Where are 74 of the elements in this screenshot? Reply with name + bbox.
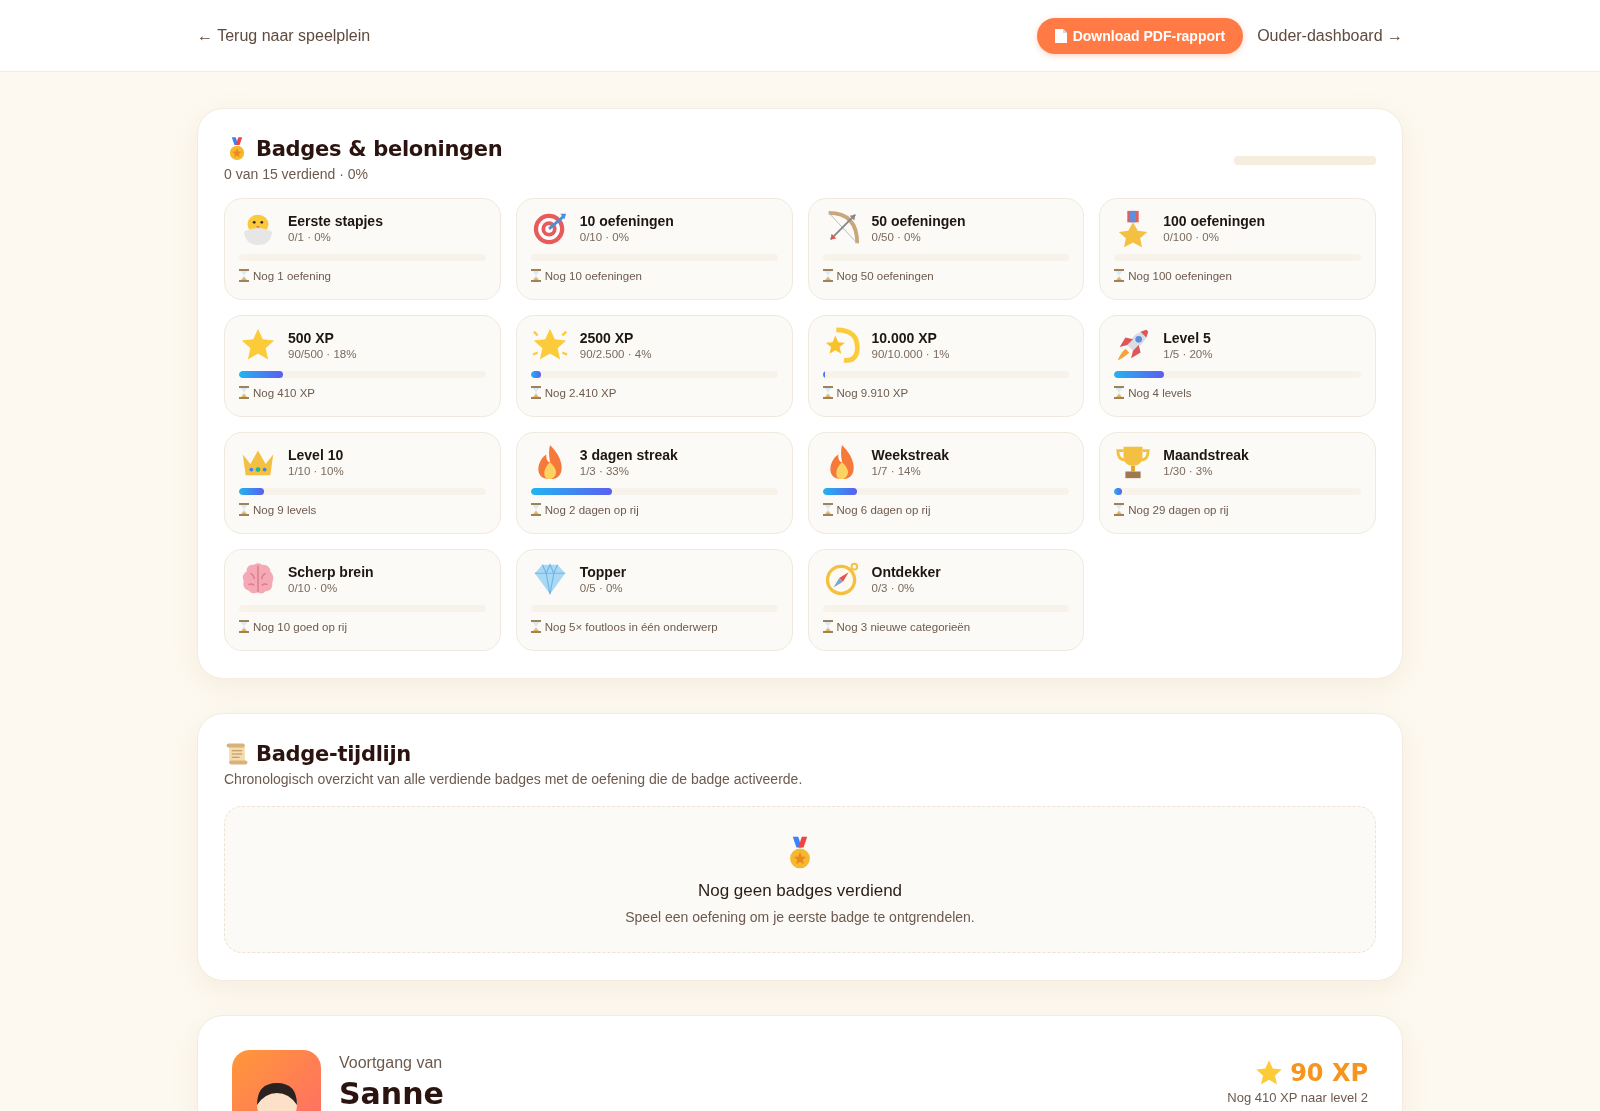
scroll-icon <box>224 741 250 767</box>
badge-name: 100 oefeningen <box>1163 213 1266 229</box>
remaining-text: Nog 9.910 XP <box>836 386 909 399</box>
badge-name: 500 XP <box>288 330 335 346</box>
badge-name: 2500 XP <box>579 330 635 346</box>
badge-progress-text: 1/30 · 3% <box>1163 465 1214 477</box>
hourglass-icon <box>239 386 249 399</box>
hourglass-icon <box>530 620 541 633</box>
remaining-text: Nog 410 XP <box>253 386 315 399</box>
remaining-text: Nog 29 dagen op rij <box>1128 503 1229 516</box>
badge-progress-text: 0/10 · 0% <box>579 231 630 243</box>
hourglass-icon <box>822 503 833 516</box>
remaining-text: Nog 1 oefening <box>253 269 331 282</box>
badge-name: Weekstreak <box>871 447 950 463</box>
badge-name: 10 oefeningen <box>579 213 674 229</box>
hourglass-icon <box>822 620 833 633</box>
badge-name: Scherp brein <box>288 564 374 580</box>
hourglass-icon <box>530 386 541 399</box>
section-description: Chronologisch overzicht van alle verdiende badges met de oefening die de badge activeerde. <box>224 771 804 787</box>
badge-progress-text: 90/10.000 · 1% <box>871 348 950 360</box>
remaining-text: Nog 100 oefeningen <box>1128 269 1232 282</box>
remaining-text: Nog 3 nieuwe categorieën <box>836 620 971 633</box>
hourglass-icon <box>1114 269 1125 282</box>
section-title: Badges & beloningen <box>256 137 503 161</box>
hourglass-icon <box>530 503 541 516</box>
remaining-text: Nog 6 dagen op rij <box>836 503 931 516</box>
badge-progress-text: 1/3 · 33% <box>579 465 630 477</box>
badge-progress-text: 1/5 · 20% <box>1163 348 1213 360</box>
hourglass-icon <box>239 269 249 282</box>
badge-name: Level 10 <box>288 447 344 463</box>
hourglass-icon <box>239 620 249 633</box>
empty-state-text: Speel een oefening om je eerste badge te ontgrendelen. <box>625 908 975 925</box>
badge-progress-text: 1/7 · 14% <box>871 465 922 477</box>
badge-progress-text: 0/100 · 0% <box>1163 231 1220 243</box>
hourglass-icon <box>1114 386 1125 399</box>
document-icon <box>1054 28 1067 43</box>
remaining-text: Nog 2 dagen op rij <box>544 503 639 516</box>
badge-progress-text: 1/10 · 10% <box>288 465 344 477</box>
remaining-text: Nog 10 oefeningen <box>544 269 642 282</box>
badge-progress-text: 0/1 · 0% <box>288 231 332 243</box>
child-name: Sanne <box>339 1076 445 1111</box>
badge-progress-text: 0/5 · 0% <box>579 582 624 594</box>
badge-name: Ontdekker <box>871 564 941 580</box>
badge-name: Maandstreak <box>1163 447 1249 463</box>
badge-name: Level 5 <box>1163 330 1212 346</box>
badge-name: Topper <box>579 564 627 580</box>
remaining-text: Nog 4 levels <box>1128 386 1192 399</box>
remaining-text: Nog 9 levels <box>253 503 317 516</box>
badge-progress-text: 0/10 · 0% <box>288 582 339 594</box>
badge-name: Eerste stapjes <box>288 213 383 229</box>
hourglass-icon <box>530 269 541 282</box>
empty-state-title: Nog geen badges verdiend <box>697 880 903 901</box>
badge-progress-text: 90/500 · 18% <box>288 348 357 360</box>
section-title: Badge-tijdlijn <box>256 742 411 766</box>
hourglass-icon <box>1114 503 1125 516</box>
xp-total: 90 XP <box>1290 1059 1368 1087</box>
remaining-text: Nog 10 goed op rij <box>253 620 347 633</box>
hourglass-icon <box>822 386 833 399</box>
badge-name: 10.000 XP <box>871 330 938 346</box>
badge-name: 50 oefeningen <box>871 213 966 229</box>
badge-summary: 0 van 15 verdiend · 0% <box>224 166 369 182</box>
dashboard-link[interactable]: Ouder-dashboard → <box>1257 26 1403 45</box>
hourglass-icon <box>822 269 833 282</box>
progress-label: Voortgang van <box>339 1054 444 1072</box>
remaining-text: Nog 2.410 XP <box>544 386 617 399</box>
badge-progress-text: 0/50 · 0% <box>871 231 922 243</box>
remaining-text: Nog 50 oefeningen <box>836 269 934 282</box>
next-level-text: Nog 410 XP naar level 2 <box>1227 1090 1368 1105</box>
back-link[interactable]: ← Terug naar speelplein <box>197 26 371 45</box>
badge-progress-text: 90/2.500 · 4% <box>579 348 652 360</box>
badge-progress-text: 0/3 · 0% <box>871 582 916 594</box>
remaining-text: Nog 5× foutloos in één onderwerp <box>544 620 718 633</box>
badge-name: 3 dagen streak <box>579 447 678 463</box>
hourglass-icon <box>239 503 249 516</box>
